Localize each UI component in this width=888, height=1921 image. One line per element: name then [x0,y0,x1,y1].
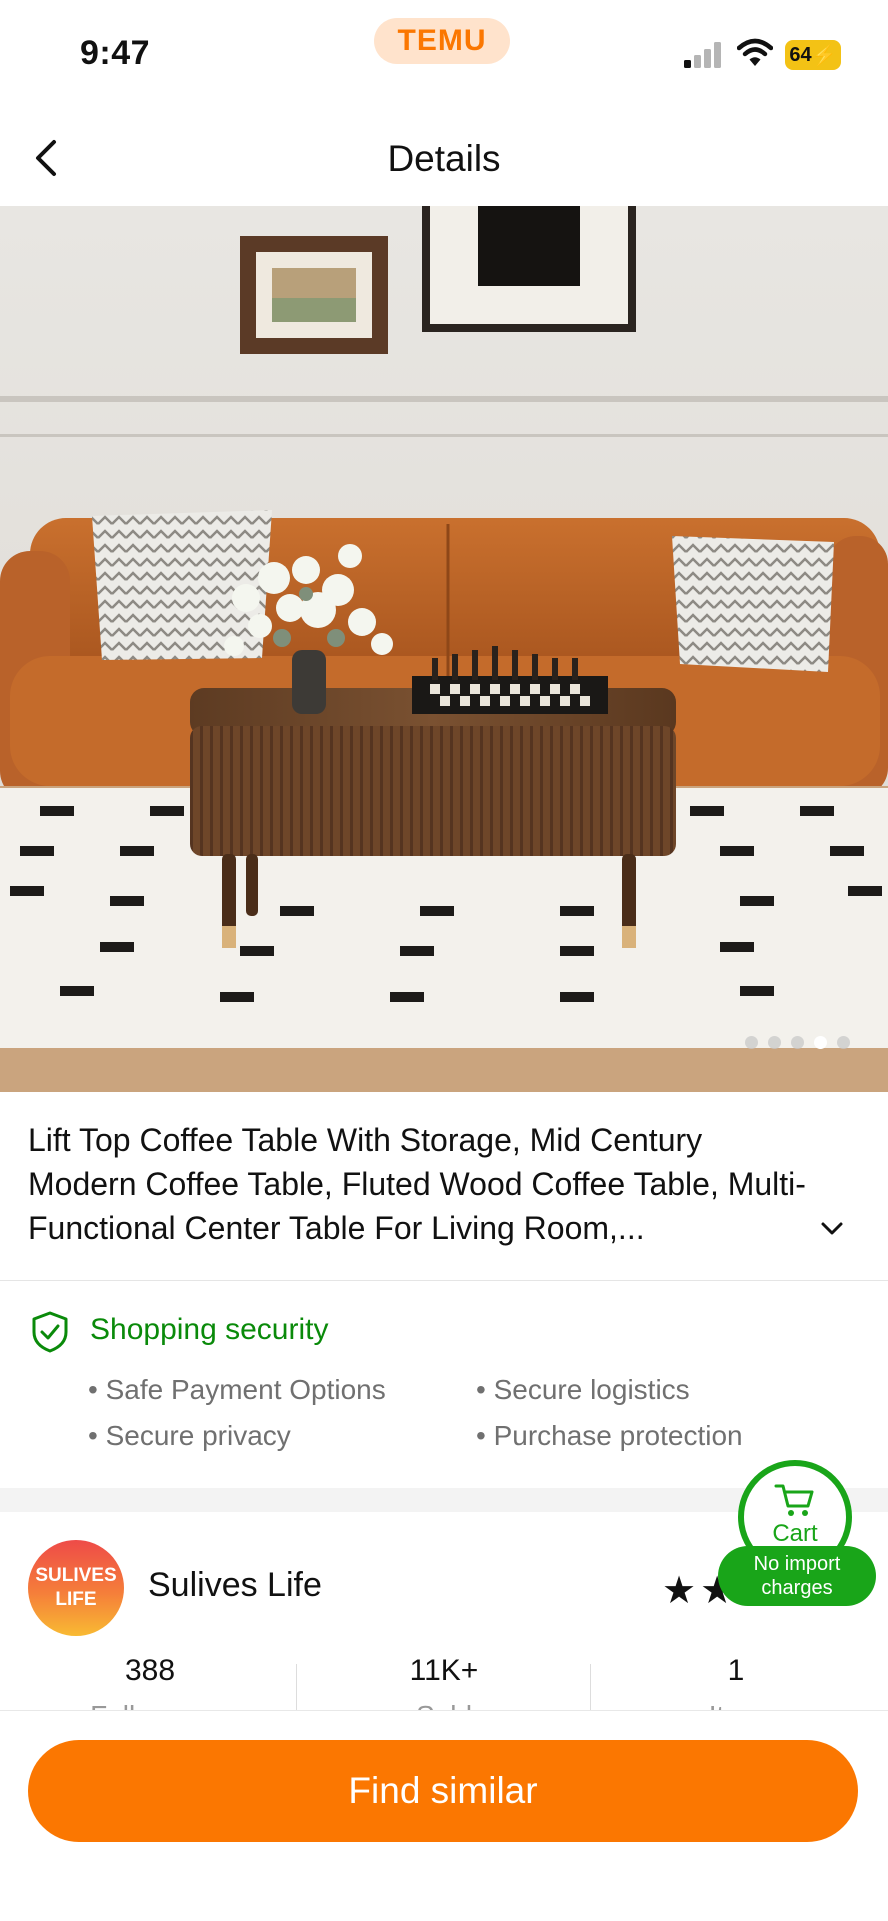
followers-count: 388 [124,1654,176,1687]
chevron-down-icon[interactable] [815,1212,849,1246]
product-title: Lift Top Coffee Table With Storage, Mid … [28,1122,806,1246]
stat-divider [296,1664,297,1710]
security-item-label: Secure logistics [493,1374,690,1405]
security-item-label: Purchase protection [493,1420,743,1451]
temu-app-badge[interactable]: TEMU [374,18,510,64]
status-time: 9:47 [80,34,151,72]
carousel-dot[interactable] [745,1036,758,1049]
badge-text: No import [753,1553,841,1575]
product-image-carousel[interactable] [0,206,888,1092]
store-logo-text: LIFE [55,1589,97,1610]
store-logo[interactable]: SULIVES LIFE [28,1540,124,1636]
security-item: • Secure privacy [88,1420,291,1451]
status-bar: 9:47 TEMU 64 ⚡ [0,0,888,110]
security-item: • Purchase protection [476,1420,743,1451]
security-item-label: Secure privacy [105,1420,291,1451]
sold-count: 11K+ [409,1654,479,1687]
no-import-charges-badge: No import charges [718,1546,876,1606]
battery-indicator: 64 ⚡ [785,40,841,70]
product-photo [0,206,888,1092]
shopping-cart-icon [774,1484,814,1516]
store-logo-text: SULIVES [35,1565,117,1586]
shopping-security-title[interactable]: Shopping security [90,1313,328,1347]
find-similar-button[interactable]: Find similar [28,1740,858,1842]
cart-label: Cart [772,1520,818,1547]
page-header: Details [0,110,888,206]
security-item: • Safe Payment Options [88,1374,386,1405]
item-count: 1 [727,1654,745,1687]
battery-level: 64 [789,43,812,66]
carousel-pagination[interactable] [745,1036,850,1049]
security-item: • Secure logistics [476,1374,690,1405]
section-divider [0,1280,888,1281]
carousel-dot[interactable] [837,1036,850,1049]
security-item-label: Safe Payment Options [105,1374,386,1405]
cellular-signal-icon [684,42,721,68]
carousel-dot[interactable] [791,1036,804,1049]
carousel-dot[interactable] [768,1036,781,1049]
page-title: Details [387,138,501,179]
wifi-icon [737,38,773,66]
shield-check-icon [32,1311,68,1353]
stat-divider [590,1664,591,1710]
store-name[interactable]: Sulives Life [148,1566,322,1605]
badge-text: charges [761,1577,833,1599]
charging-bolt-icon: ⚡ [811,44,837,67]
carousel-dot-active[interactable] [814,1036,827,1049]
